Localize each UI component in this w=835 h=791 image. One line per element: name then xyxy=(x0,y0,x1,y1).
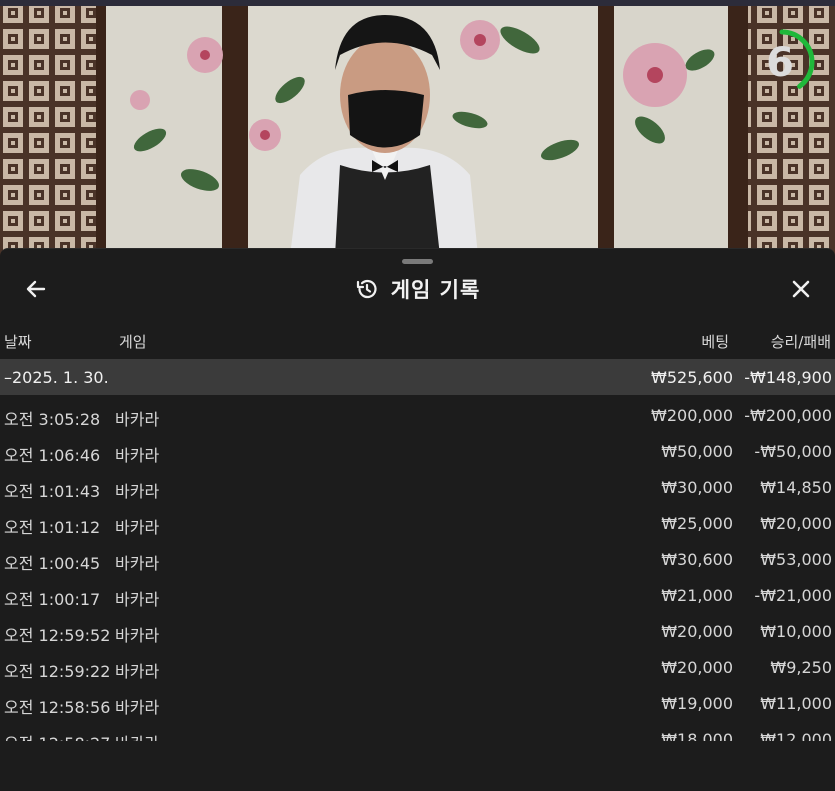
close-x-icon xyxy=(792,280,810,298)
row-bet: ₩30,000 xyxy=(661,478,733,497)
row-time: 오전 1:00:45 xyxy=(4,554,101,573)
row-time: 오전 1:06:46 xyxy=(4,446,101,465)
dealer-scene-image xyxy=(0,0,835,256)
row-bet: ₩18,000 xyxy=(661,730,733,741)
timer-seconds: 6 xyxy=(766,40,794,86)
row-time: 오전 12:58:56 xyxy=(4,698,111,717)
row-result: ₩20,000 xyxy=(760,514,832,533)
sheet-title: 게임 기록 xyxy=(390,278,481,302)
row-bet: ₩200,000 xyxy=(651,406,733,425)
history-list[interactable]: 오전 3:05:28 바카라 ₩200,000 -₩200,000 오전 1:06:4… xyxy=(0,397,835,741)
row-time: 오전 1:01:43 xyxy=(4,482,101,501)
row-result: -₩200,000 xyxy=(744,406,832,425)
table-row[interactable]: 오전 12:59:52 바카라 ₩20,000 ₩10,000 xyxy=(0,613,835,649)
row-result: -₩50,000 xyxy=(754,442,832,461)
row-game: 바카라 xyxy=(115,662,160,681)
row-result: -₩21,000 xyxy=(754,586,832,605)
column-header-date: 날짜 xyxy=(4,333,32,351)
row-bet: ₩20,000 xyxy=(661,658,733,677)
row-bet: ₩30,600 xyxy=(661,550,733,569)
row-game: 바카라 xyxy=(115,698,160,717)
row-game: 바카라 xyxy=(115,482,160,501)
table-row[interactable]: 오전 1:00:45 바카라 ₩30,600 ₩53,000 xyxy=(0,541,835,577)
countdown-timer: 6 xyxy=(752,24,820,100)
column-header-result: 승리/패배 xyxy=(770,333,831,351)
row-result: ₩12,000 xyxy=(760,730,832,741)
row-game: 바카라 xyxy=(115,518,160,537)
row-result: ₩14,850 xyxy=(760,478,832,497)
row-bet: ₩50,000 xyxy=(661,442,733,461)
table-header: 날짜 게임 베팅 승리/패배 xyxy=(0,329,835,353)
table-row[interactable]: 오전 1:06:46 바카라 ₩50,000 -₩50,000 xyxy=(0,433,835,469)
row-bet: ₩25,000 xyxy=(661,514,733,533)
history-clock-icon xyxy=(356,279,377,299)
row-time: 오전 12:58:27 xyxy=(4,730,110,741)
row-bet: ₩19,000 xyxy=(661,694,733,713)
sheet-header: 게임 기록 xyxy=(0,271,835,307)
row-game: 바카라 xyxy=(115,410,160,429)
day-date: –2025. 1. 30. xyxy=(4,368,109,387)
game-history-sheet: 게임 기록 날짜 게임 베팅 승리/패배 –2025. 1. 30. ₩525,… xyxy=(0,248,835,791)
live-video-feed: 6 xyxy=(0,0,835,256)
row-bet: ₩21,000 xyxy=(661,586,733,605)
day-total-result: -₩148,900 xyxy=(744,368,832,387)
row-time: 오전 3:05:28 xyxy=(4,410,101,429)
day-summary-row[interactable]: –2025. 1. 30. ₩525,600 -₩148,900 xyxy=(0,359,835,395)
table-row[interactable]: 오전 1:00:17 바카라 ₩21,000 -₩21,000 xyxy=(0,577,835,613)
row-game: 바카라 xyxy=(115,446,160,465)
table-row[interactable]: 오전 12:59:22 바카라 ₩20,000 ₩9,250 xyxy=(0,649,835,685)
row-time: 오전 12:59:22 xyxy=(4,662,111,681)
row-result: ₩9,250 xyxy=(770,658,832,677)
table-row[interactable]: 오전 3:05:28 바카라 ₩200,000 -₩200,000 xyxy=(0,397,835,433)
table-row[interactable]: 오전 12:58:56 바카라 ₩19,000 ₩11,000 xyxy=(0,685,835,721)
row-time: 오전 12:59:52 xyxy=(4,626,111,645)
table-row[interactable]: 오전 1:01:43 바카라 ₩30,000 ₩14,850 xyxy=(0,469,835,505)
row-game: 바카라 xyxy=(115,590,160,609)
day-total-bet: ₩525,600 xyxy=(651,368,733,387)
row-time: 오전 1:00:17 xyxy=(4,590,101,609)
row-time: 오전 1:01:12 xyxy=(4,518,101,537)
table-row[interactable]: 오전 1:01:12 바카라 ₩25,000 ₩20,000 xyxy=(0,505,835,541)
column-header-game: 게임 xyxy=(119,333,147,351)
row-game: 바카라 xyxy=(115,730,159,741)
column-header-bet: 베팅 xyxy=(701,333,729,351)
drag-handle[interactable] xyxy=(402,259,433,264)
row-result: ₩11,000 xyxy=(760,694,832,713)
table-row[interactable]: 오전 12:58:27 바카라 ₩18,000 ₩12,000 xyxy=(0,721,835,741)
close-button[interactable] xyxy=(782,273,820,305)
row-bet: ₩20,000 xyxy=(661,622,733,641)
row-result: ₩53,000 xyxy=(760,550,832,569)
row-result: ₩10,000 xyxy=(760,622,832,641)
row-game: 바카라 xyxy=(115,626,160,645)
row-game: 바카라 xyxy=(115,554,160,573)
